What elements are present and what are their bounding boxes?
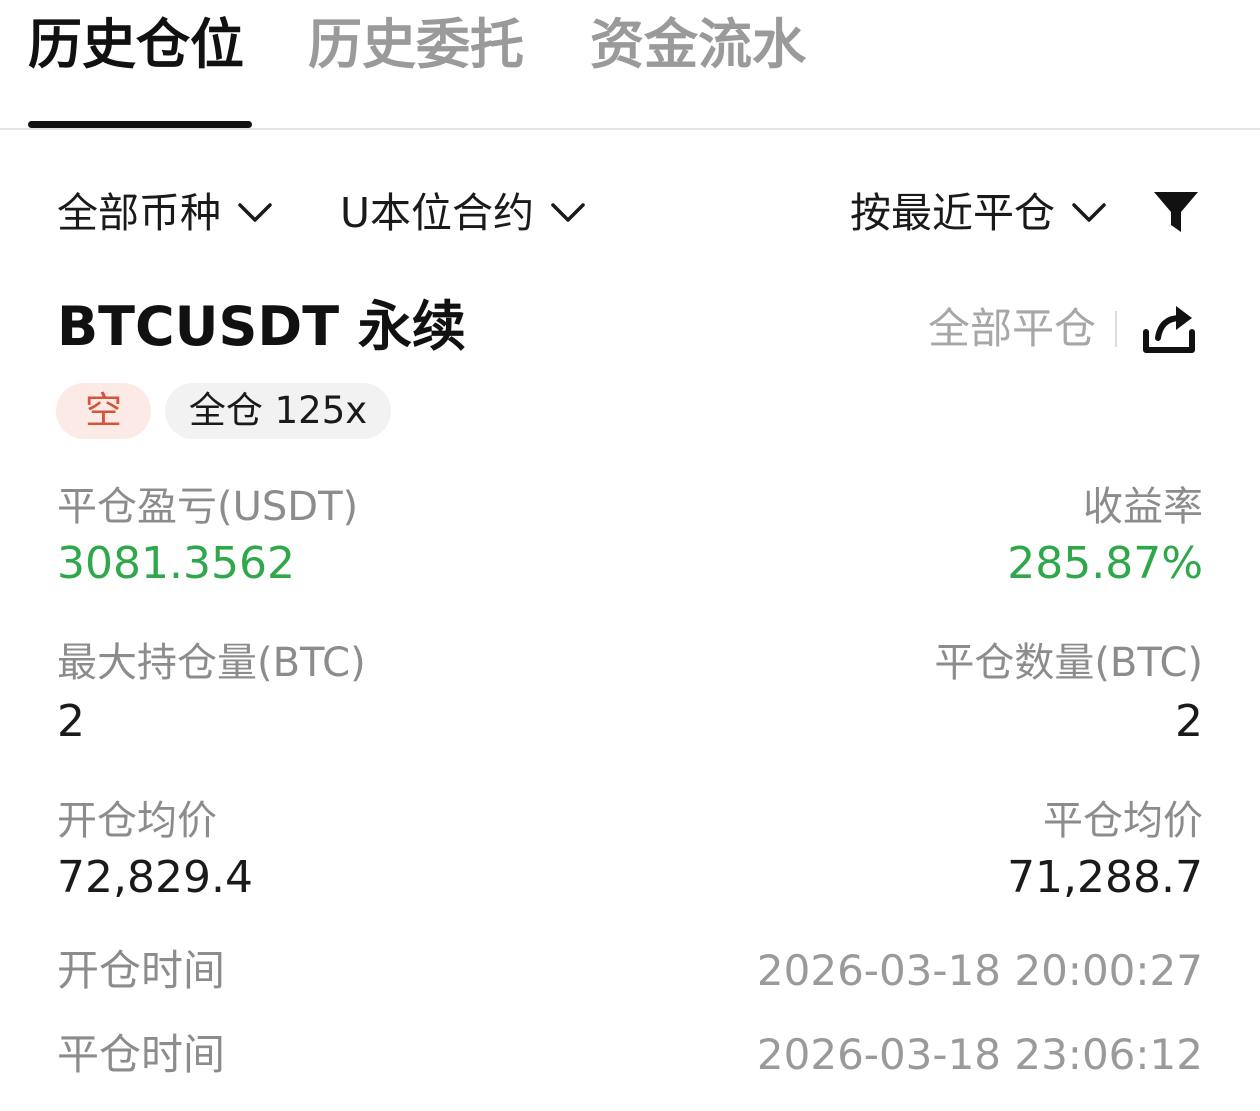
close-qty-value: 2 xyxy=(1175,696,1203,747)
close-time-value: 2026-03-18 23:06:12 xyxy=(756,1030,1203,1079)
sort-label: 按最近平仓 xyxy=(850,189,1055,237)
max-size-value: 2 xyxy=(57,696,85,747)
pnl-value: 3081.3562 xyxy=(57,538,295,589)
active-tab-indicator xyxy=(28,121,252,128)
open-time-value: 2026-03-18 20:00:27 xyxy=(756,946,1203,995)
sort-dropdown[interactable]: 按最近平仓 xyxy=(850,185,1107,241)
max-size-label: 最大持仓量(BTC) xyxy=(57,640,366,686)
roi-label: 收益率 xyxy=(1083,484,1203,530)
contract-filter-label: U本位合约 xyxy=(340,189,535,237)
close-all-button[interactable]: 全部平仓 xyxy=(928,301,1096,357)
filter-icon[interactable] xyxy=(1152,188,1200,236)
open-price-value: 72,829.4 xyxy=(57,852,253,903)
margin-mode-leverage-tag: 全仓 125x xyxy=(165,383,391,439)
chevron-down-icon xyxy=(551,203,585,222)
pnl-label: 平仓盈亏(USDT) xyxy=(57,484,359,530)
roi-value: 285.87% xyxy=(1007,538,1203,589)
side-tag-short: 空 xyxy=(56,383,151,439)
tab-funding-flow[interactable]: 资金流水 xyxy=(590,10,806,80)
tab-bar: 历史仓位 历史委托 资金流水 xyxy=(0,0,1260,130)
coin-filter-dropdown[interactable]: 全部币种 xyxy=(57,185,273,241)
share-icon[interactable] xyxy=(1140,300,1198,356)
contract-filter-dropdown[interactable]: U本位合约 xyxy=(340,185,586,241)
open-time-label: 开仓时间 xyxy=(57,946,226,995)
divider xyxy=(1115,311,1117,347)
symbol-title: BTCUSDT 永续 xyxy=(57,295,466,358)
tab-history-positions[interactable]: 历史仓位 xyxy=(28,10,244,80)
tab-history-orders[interactable]: 历史委托 xyxy=(308,10,524,80)
close-price-value: 71,288.7 xyxy=(1007,852,1203,903)
close-qty-label: 平仓数量(BTC) xyxy=(934,640,1203,686)
close-time-label: 平仓时间 xyxy=(57,1030,226,1079)
chevron-down-icon xyxy=(238,203,272,222)
open-price-label: 开仓均价 xyxy=(57,798,217,844)
close-price-label: 平仓均价 xyxy=(1043,798,1203,844)
chevron-down-icon xyxy=(1072,203,1106,222)
coin-filter-label: 全部币种 xyxy=(57,189,221,237)
